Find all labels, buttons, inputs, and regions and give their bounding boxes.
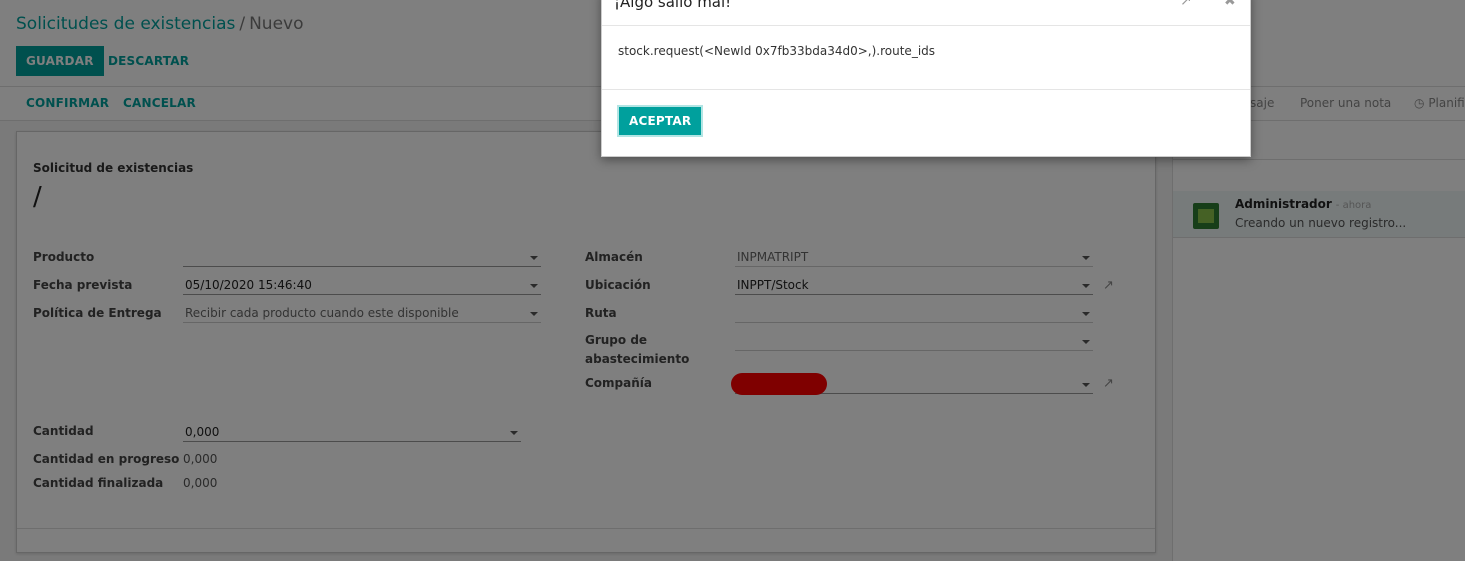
- dialog-header: ¡Algo salió mal! ↗ ✖: [602, 0, 1250, 26]
- accept-button[interactable]: ACEPTAR: [617, 105, 704, 137]
- dialog-message: stock.request(<NewId 0x7fb33bda34d0>,).r…: [618, 44, 936, 58]
- error-dialog: ¡Algo salió mal! ↗ ✖ stock.request(<NewI…: [601, 0, 1251, 157]
- close-icon[interactable]: ✖: [1224, 0, 1236, 9]
- expand-icon[interactable]: ↗: [1180, 0, 1192, 9]
- dialog-footer-divider: [602, 89, 1250, 90]
- dialog-title: ¡Algo salió mal!: [614, 0, 732, 11]
